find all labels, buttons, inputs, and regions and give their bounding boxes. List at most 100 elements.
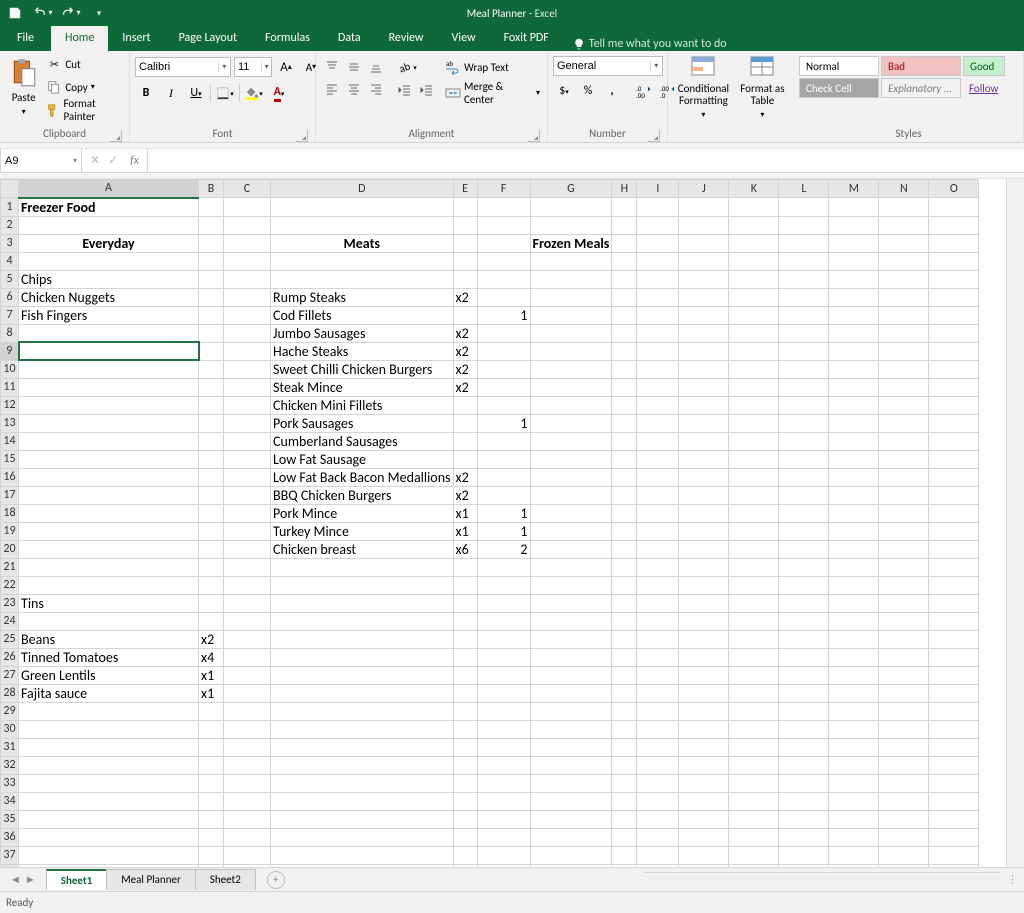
cell-G12[interactable] xyxy=(530,396,612,414)
column-header-D[interactable]: D xyxy=(271,180,454,198)
cell-E7[interactable] xyxy=(453,306,477,324)
cell-F21[interactable] xyxy=(477,558,530,576)
cell-K20[interactable] xyxy=(729,540,779,558)
cell-I5[interactable] xyxy=(637,270,679,288)
cell-M29[interactable] xyxy=(829,702,879,720)
cell-G30[interactable] xyxy=(530,720,612,738)
cell-E32[interactable] xyxy=(453,756,477,774)
cell-A18[interactable] xyxy=(19,504,199,522)
cell-M16[interactable] xyxy=(829,468,879,486)
cell-J13[interactable] xyxy=(679,414,729,432)
cell-N23[interactable] xyxy=(879,594,929,612)
column-header-C[interactable]: C xyxy=(224,180,271,198)
column-header-O[interactable]: O xyxy=(929,180,979,198)
number-format-combo[interactable]: ▾ xyxy=(553,56,663,76)
cell-C38[interactable] xyxy=(224,864,271,867)
new-sheet-button[interactable]: + xyxy=(267,871,285,889)
cell-N32[interactable] xyxy=(879,756,929,774)
cell-J8[interactable] xyxy=(679,324,729,342)
cell-G2[interactable] xyxy=(530,216,612,234)
cell-J9[interactable] xyxy=(679,342,729,360)
cell-K26[interactable] xyxy=(729,648,779,666)
cell-C31[interactable] xyxy=(224,738,271,756)
cell-F19[interactable]: 1 xyxy=(477,522,530,540)
cell-F9[interactable] xyxy=(477,342,530,360)
cell-D8[interactable]: Jumbo Sausages xyxy=(271,324,454,342)
cell-H19[interactable] xyxy=(612,522,637,540)
cell-N31[interactable] xyxy=(879,738,929,756)
align-center-button[interactable] xyxy=(343,78,365,100)
cell-J25[interactable] xyxy=(679,630,729,648)
cell-B30[interactable] xyxy=(199,720,224,738)
cell-D31[interactable] xyxy=(271,738,454,756)
cell-B10[interactable] xyxy=(199,360,224,378)
cell-L13[interactable] xyxy=(779,414,829,432)
sheet-tab-meal-planner[interactable]: Meal Planner xyxy=(106,869,196,890)
row-header-27[interactable]: 27 xyxy=(1,666,19,684)
cell-K9[interactable] xyxy=(729,342,779,360)
row-header-16[interactable]: 16 xyxy=(1,468,19,486)
cell-L33[interactable] xyxy=(779,774,829,792)
cell-M26[interactable] xyxy=(829,648,879,666)
cell-G26[interactable] xyxy=(530,648,612,666)
cell-E29[interactable] xyxy=(453,702,477,720)
cell-O23[interactable] xyxy=(929,594,979,612)
cell-D25[interactable] xyxy=(271,630,454,648)
tab-file[interactable]: File xyxy=(0,26,51,51)
cell-K37[interactable] xyxy=(729,846,779,864)
accounting-format-button[interactable]: $▾ xyxy=(553,80,575,102)
cell-G36[interactable] xyxy=(530,828,612,846)
select-all-corner[interactable] xyxy=(1,180,19,198)
cell-K11[interactable] xyxy=(729,378,779,396)
cell-C26[interactable] xyxy=(224,648,271,666)
cell-N8[interactable] xyxy=(879,324,929,342)
cell-I35[interactable] xyxy=(637,810,679,828)
merge-center-button[interactable]: Merge & Center ▾ xyxy=(443,82,542,104)
cell-C18[interactable] xyxy=(224,504,271,522)
cell-F34[interactable] xyxy=(477,792,530,810)
row-header-31[interactable]: 31 xyxy=(1,738,19,756)
row-header-24[interactable]: 24 xyxy=(1,612,19,630)
cell-G35[interactable] xyxy=(530,810,612,828)
cell-L23[interactable] xyxy=(779,594,829,612)
cell-L7[interactable] xyxy=(779,306,829,324)
worksheet-area[interactable]: ABCDEFGHIJKLMNO1Freezer Food23EverydayMe… xyxy=(0,179,1024,867)
cell-K12[interactable] xyxy=(729,396,779,414)
cell-N36[interactable] xyxy=(879,828,929,846)
cell-E27[interactable] xyxy=(453,666,477,684)
cell-C36[interactable] xyxy=(224,828,271,846)
cell-N17[interactable] xyxy=(879,486,929,504)
cell-H17[interactable] xyxy=(612,486,637,504)
cell-style-bad[interactable]: Bad xyxy=(881,56,961,76)
row-header-28[interactable]: 28 xyxy=(1,684,19,702)
cell-D3[interactable]: Meats xyxy=(271,234,454,252)
cell-E9[interactable]: x2 xyxy=(453,342,477,360)
cell-J27[interactable] xyxy=(679,666,729,684)
cell-O9[interactable] xyxy=(929,342,979,360)
cell-G27[interactable] xyxy=(530,666,612,684)
column-header-K[interactable]: K xyxy=(729,180,779,198)
cell-B28[interactable]: x1 xyxy=(199,684,224,702)
cell-M30[interactable] xyxy=(829,720,879,738)
cell-F12[interactable] xyxy=(477,396,530,414)
cell-K15[interactable] xyxy=(729,450,779,468)
column-header-A[interactable]: A xyxy=(19,180,199,198)
cell-E24[interactable] xyxy=(453,612,477,630)
row-header-14[interactable]: 14 xyxy=(1,432,19,450)
cell-E31[interactable] xyxy=(453,738,477,756)
cell-E2[interactable] xyxy=(453,216,477,234)
cell-I3[interactable] xyxy=(637,234,679,252)
tell-me-search[interactable]: Tell me what you want to do xyxy=(563,37,727,51)
cell-J21[interactable] xyxy=(679,558,729,576)
cell-H26[interactable] xyxy=(612,648,637,666)
cell-A2[interactable] xyxy=(19,216,199,234)
cell-F8[interactable] xyxy=(477,324,530,342)
cell-I24[interactable] xyxy=(637,612,679,630)
cell-A7[interactable]: Fish Fingers xyxy=(19,306,199,324)
cell-J10[interactable] xyxy=(679,360,729,378)
column-header-L[interactable]: L xyxy=(779,180,829,198)
cell-J5[interactable] xyxy=(679,270,729,288)
cell-B7[interactable] xyxy=(199,306,224,324)
cell-C14[interactable] xyxy=(224,432,271,450)
cell-N27[interactable] xyxy=(879,666,929,684)
